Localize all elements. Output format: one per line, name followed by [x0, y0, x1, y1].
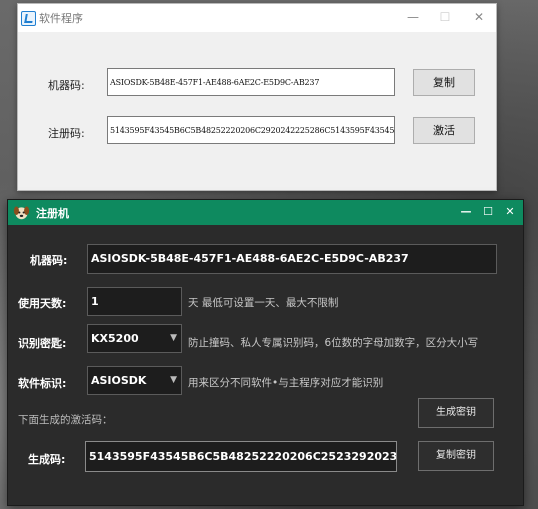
soft-label: 软件标识:	[18, 377, 67, 390]
keygen-window-title: 注册机	[36, 207, 69, 220]
soft-hint: 用来区分不同软件•与主程序对应才能识别	[188, 377, 384, 389]
keygen-window: 注册机 — ☐ ✕ 机器码: ASIOSDK-5B48E-457F1-AE488…	[7, 199, 524, 506]
chevron-down-icon: ▼	[170, 333, 177, 343]
machine-code-field[interactable]: ASIOSDK-5B48E-457F1-AE488-6AE2C-E5D9C-AB…	[107, 68, 395, 96]
reg-code-field[interactable]: 5143595F43545B6C5B48252220206C2920242225…	[107, 116, 395, 144]
days-label: 使用天数:	[18, 297, 67, 310]
keygen-minimize-button[interactable]: —	[457, 203, 475, 221]
generated-note: 下面生成的激活码：	[18, 414, 113, 426]
copy-button[interactable]: 复制	[413, 69, 475, 96]
software-titlebar: 软件程序 — ☐ ✕	[18, 4, 496, 32]
minimize-button[interactable]: —	[402, 8, 424, 26]
software-window-title: 软件程序	[39, 12, 83, 25]
keygen-close-button[interactable]: ✕	[501, 203, 519, 221]
keygen-machine-code-input[interactable]: ASIOSDK-5B48E-457F1-AE488-6AE2C-E5D9C-AB…	[87, 244, 497, 274]
maximize-button[interactable]: ☐	[434, 8, 456, 26]
result-label: 生成码:	[28, 453, 66, 466]
reg-code-label: 注册码:	[48, 127, 85, 140]
activate-button[interactable]: 激活	[413, 117, 475, 144]
secret-label: 识别密匙:	[18, 337, 67, 350]
close-button[interactable]: ✕	[468, 8, 490, 26]
generate-button[interactable]: 生成密钥	[418, 398, 494, 428]
soft-select[interactable]: ASIOSDK ▼	[87, 366, 182, 395]
chevron-down-icon: ▼	[170, 375, 177, 385]
keygen-machine-code-label: 机器码:	[30, 254, 68, 267]
secret-select-value: KX5200	[91, 332, 139, 345]
dog-icon	[13, 206, 30, 220]
days-hint: 天 最低可设置一天、最大不限制	[188, 297, 339, 309]
machine-code-label: 机器码:	[48, 79, 85, 92]
copy-key-button[interactable]: 复制密钥	[418, 441, 494, 471]
app-icon	[21, 11, 36, 26]
secret-select[interactable]: KX5200 ▼	[87, 324, 182, 353]
keygen-maximize-button[interactable]: ☐	[479, 203, 497, 221]
keygen-titlebar: 注册机 — ☐ ✕	[8, 200, 523, 225]
result-input[interactable]: 5143595F43545B6C5B48252220206C2523292023…	[85, 441, 397, 472]
soft-select-value: ASIOSDK	[91, 374, 147, 387]
software-window: 软件程序 — ☐ ✕ 机器码: ASIOSDK-5B48E-457F1-AE48…	[17, 3, 497, 191]
days-input[interactable]: 1	[87, 287, 182, 316]
secret-hint: 防止撞码、私人专属识别码，6位数的字母加数字，区分大小写	[188, 337, 479, 349]
